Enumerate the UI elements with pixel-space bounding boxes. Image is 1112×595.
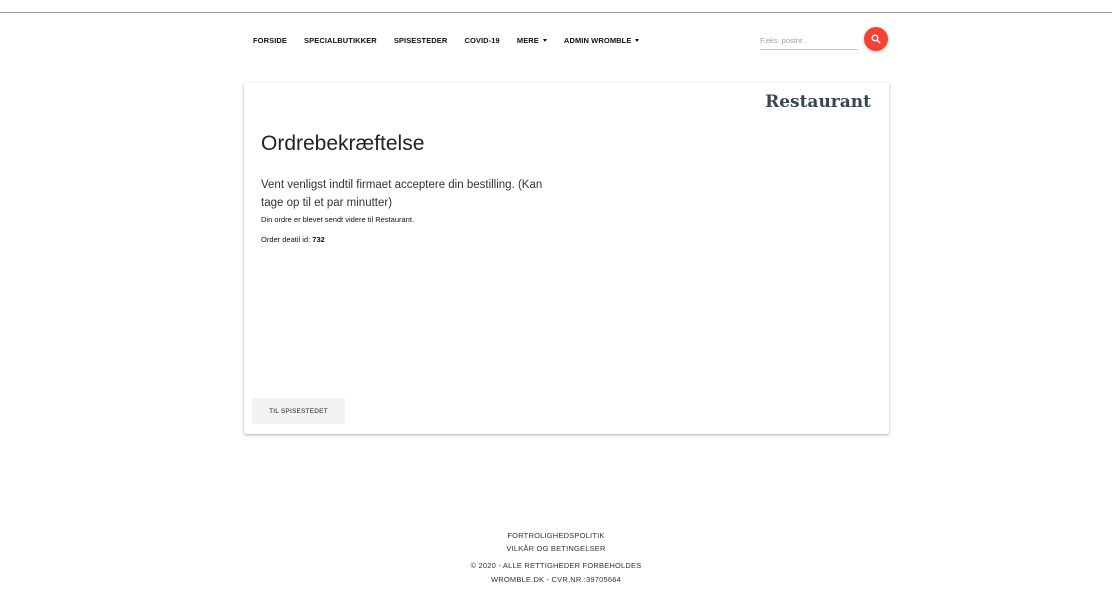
terms-link[interactable]: VILKÅR OG BETINGELSER: [0, 544, 1112, 553]
main-nav: FORSIDE SPECIALBUTIKKER SPISESTEDER COVI…: [253, 33, 656, 47]
nav-item-label: SPECIALBUTIKKER: [304, 35, 377, 45]
order-detail-label: Order deatil id:: [261, 235, 311, 244]
nav-item-spisesteder[interactable]: SPISESTEDER: [394, 36, 448, 45]
search-field: [760, 30, 858, 50]
privacy-policy-link[interactable]: FORTROLIGHEDSPOLITIK: [0, 531, 1112, 540]
order-detail-line: Order deatil id: 732: [261, 235, 325, 244]
company-info: WROMBLE.DK - CVR.NR.:39705664: [490, 575, 621, 584]
search-input[interactable]: [760, 31, 856, 50]
nav-item-mere[interactable]: MERE: [517, 36, 547, 45]
nav-item-label: COVID-19: [464, 35, 500, 45]
order-detail-id: 732: [312, 235, 325, 244]
top-divider: [0, 12, 1112, 13]
caret-down-icon: [635, 38, 640, 42]
restaurant-name: Restaurant: [765, 92, 871, 112]
nav-item-label: FORSIDE: [253, 35, 288, 45]
nav-item-label: SPISESTEDER: [393, 35, 448, 45]
back-to-restaurant-button[interactable]: TIL SPISESTEDET: [252, 398, 345, 424]
nav-item-forside[interactable]: FORSIDE: [253, 36, 287, 45]
caret-down-icon: [542, 38, 547, 42]
order-sent-message: Din ordre er blevet sendt videre til Res…: [261, 215, 414, 224]
nav-item-specialbutikker[interactable]: SPECIALBUTIKKER: [304, 36, 377, 45]
nav-item-covid-19[interactable]: COVID-19: [464, 36, 499, 45]
waiting-message: Vent venligst indtil firmaet acceptere d…: [261, 179, 543, 209]
order-confirmation-card: Restaurant Ordrebekræftelse Vent venligs…: [244, 83, 889, 434]
page-title: Ordrebekræftelse: [261, 132, 425, 155]
copyright-text: © 2020 - ALLE RETTIGHEDER FORBEHOLDES: [470, 561, 642, 570]
wromble-logo: [541, 589, 585, 595]
nav-item-label: ADMIN WROMBLE: [563, 35, 632, 45]
search-button[interactable]: [864, 27, 888, 51]
nav-item-label: MERE: [516, 35, 539, 45]
nav-item-admin-wromble[interactable]: ADMIN WROMBLE: [564, 36, 640, 45]
search-icon: [871, 34, 881, 44]
